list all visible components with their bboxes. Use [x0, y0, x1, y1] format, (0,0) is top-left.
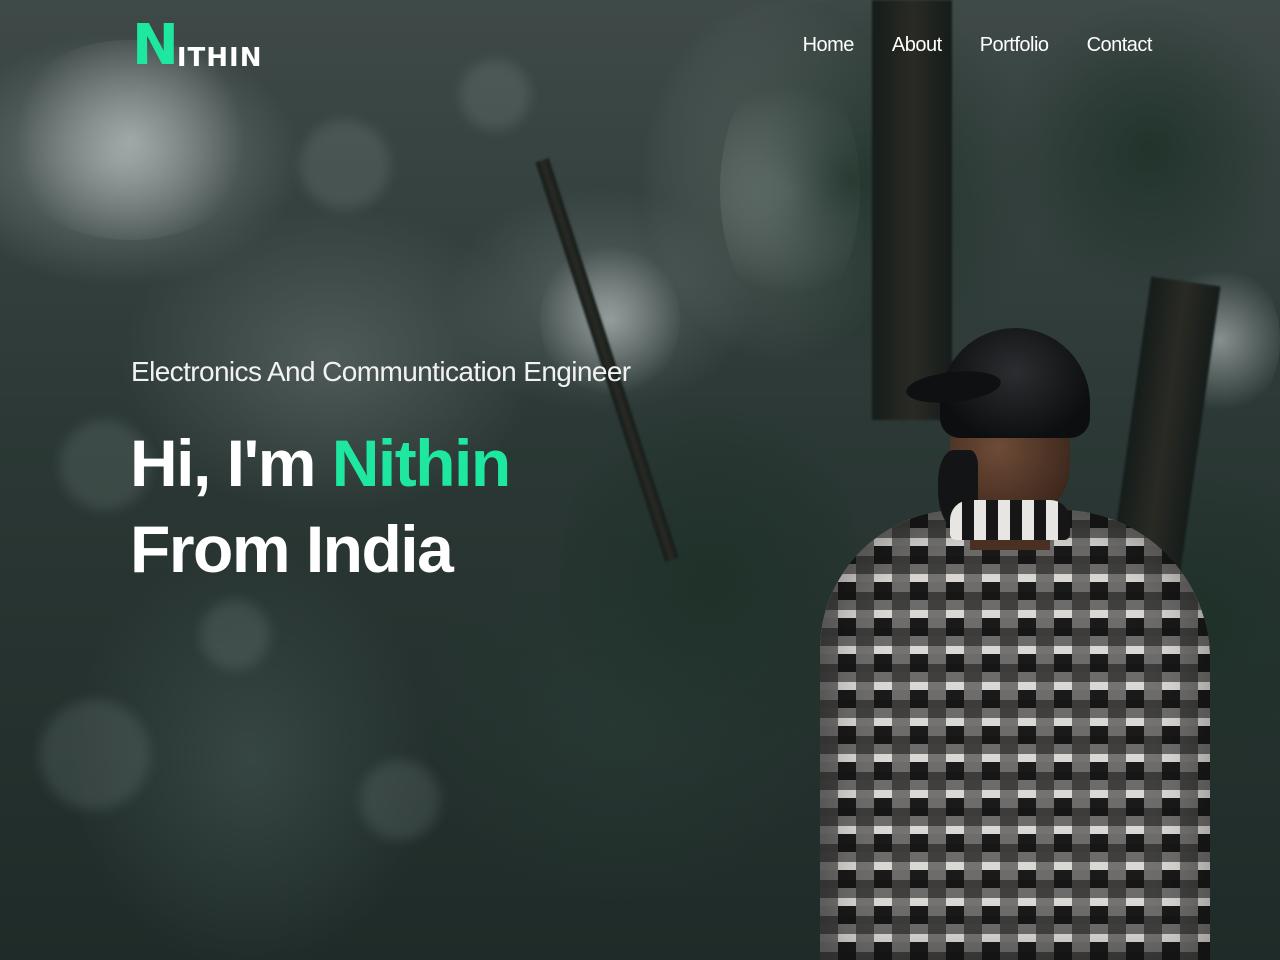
nav-link-home[interactable]: Home: [803, 34, 855, 57]
hero-greeting-line: Hi, I'm Nithin: [130, 420, 511, 506]
brand-logo[interactable]: N ITHIN: [132, 13, 263, 78]
hero-greeting: Hi, I'm: [130, 426, 316, 500]
person-figure: [800, 320, 1220, 960]
nav-link-contact[interactable]: Contact: [1087, 34, 1153, 57]
brand-logo-text: ITHIN: [176, 43, 263, 73]
nav-link-about[interactable]: About: [892, 34, 942, 57]
hero-subline: From India: [130, 512, 454, 586]
brand-logo-initial: N: [132, 13, 179, 78]
hero-headline: Hi, I'm Nithin From India: [130, 420, 511, 592]
hero-section: N ITHIN Home About Portfolio Contact Ele…: [0, 0, 1280, 960]
hero-tagline: Electronics And Communtication Engineer: [131, 356, 631, 387]
hero-name: Nithin: [331, 426, 511, 500]
nav-link-portfolio[interactable]: Portfolio: [980, 34, 1049, 57]
main-nav: Home About Portfolio Contact: [803, 34, 1153, 57]
